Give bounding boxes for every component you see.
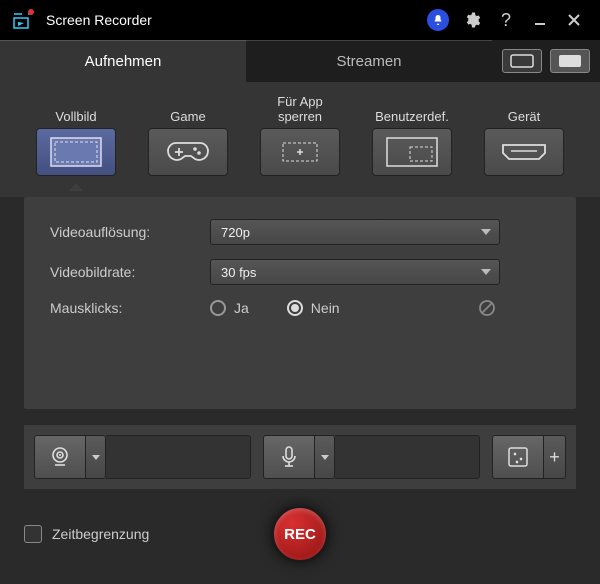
framerate-label: Videobildrate: [50, 264, 210, 280]
webcam-spacer [106, 435, 251, 479]
framerate-select[interactable]: 30 fps [210, 259, 500, 285]
mouseclicks-no-label: Nein [311, 300, 340, 316]
mouseclicks-yes-label: Ja [234, 300, 249, 316]
gear-icon [463, 11, 481, 29]
resolution-select[interactable]: 720p [210, 219, 500, 245]
close-icon [567, 13, 581, 27]
settings-panel: Videoauflösung: 720p Videobildrate: 30 f… [24, 197, 576, 409]
overlay-icon [507, 446, 529, 468]
tabs-right [492, 40, 600, 82]
notifications-button[interactable] [424, 6, 452, 34]
mode-game[interactable]: Game [143, 92, 233, 191]
mode-custom[interactable]: Benutzerdef. [367, 92, 457, 191]
main-tabs: Aufnehmen Streamen [0, 40, 600, 82]
radio-icon [210, 300, 226, 316]
mode-device-label: Gerät [508, 92, 541, 124]
mode-fullscreen[interactable]: Vollbild [31, 92, 121, 191]
lock-app-icon [275, 137, 325, 167]
webcam-dropdown[interactable] [86, 435, 106, 479]
mode-custom-label: Benutzerdef. [375, 92, 449, 124]
chevron-down-icon [481, 269, 491, 275]
mode-fullscreen-label: Vollbild [55, 92, 96, 124]
microphone-button[interactable] [263, 435, 315, 479]
timelimit-label: Zeitbegrenzung [52, 526, 149, 542]
chevron-down-icon [481, 229, 491, 235]
capture-modes: Vollbild Game Für App sperren [0, 82, 600, 197]
microphone-spacer [335, 435, 480, 479]
preview-toggle-1[interactable] [502, 49, 542, 73]
settings-button[interactable] [458, 6, 486, 34]
overlay-button[interactable] [492, 435, 544, 479]
resolution-value: 720p [221, 225, 250, 240]
resolution-label: Videoauflösung: [50, 224, 210, 240]
disabled-icon [478, 299, 496, 317]
record-button-label: REC [284, 526, 316, 543]
mode-lock-app[interactable]: Für App sperren [255, 92, 345, 191]
mouseclicks-yes[interactable]: Ja [210, 300, 249, 316]
overlay-add-button[interactable]: + [544, 435, 566, 479]
monitor-filled-icon [558, 54, 582, 68]
minimize-icon [533, 13, 547, 27]
webcam-icon [48, 445, 72, 469]
tab-stream[interactable]: Streamen [246, 40, 492, 82]
mode-device[interactable]: Gerät [479, 92, 569, 191]
titlebar: Screen Recorder ? [0, 0, 600, 40]
preview-toggle-2[interactable] [550, 49, 590, 73]
mouseclicks-label: Mausklicks: [50, 300, 210, 316]
app-logo [12, 8, 36, 32]
timelimit-checkbox[interactable] [24, 525, 42, 543]
gamepad-icon [167, 139, 209, 165]
bell-icon [427, 9, 449, 31]
fullscreen-icon [48, 135, 104, 169]
minimize-button[interactable] [526, 6, 554, 34]
mode-lock-app-label: Für App sperren [255, 92, 345, 124]
microphone-icon [279, 445, 299, 469]
framerate-value: 30 fps [221, 265, 256, 280]
mode-game-label: Game [170, 92, 205, 124]
mouseclicks-no[interactable]: Nein [287, 300, 340, 316]
microphone-dropdown[interactable] [315, 435, 335, 479]
app-title: Screen Recorder [46, 12, 418, 28]
radio-icon [287, 300, 303, 316]
sources-bar: + [24, 425, 576, 489]
custom-region-icon [384, 135, 440, 169]
bottom-bar: Zeitbegrenzung REC [0, 489, 600, 579]
close-button[interactable] [560, 6, 588, 34]
tab-record[interactable]: Aufnehmen [0, 40, 246, 82]
record-button[interactable]: REC [271, 505, 329, 563]
monitor-outline-icon [510, 54, 534, 68]
hdmi-icon [499, 141, 549, 163]
help-button[interactable]: ? [492, 6, 520, 34]
webcam-button[interactable] [34, 435, 86, 479]
